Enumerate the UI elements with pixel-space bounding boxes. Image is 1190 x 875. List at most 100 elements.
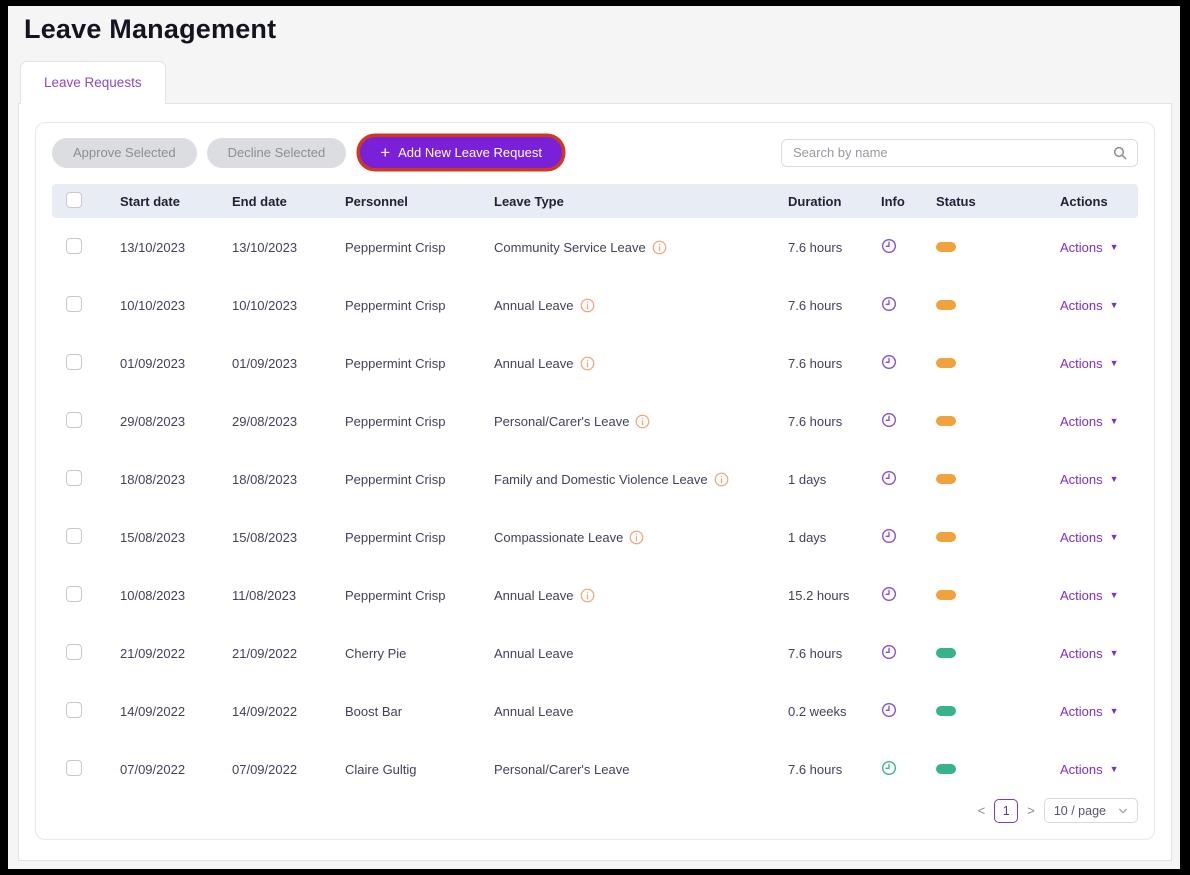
chevron-down-icon: ▼: [1110, 359, 1119, 368]
table-row: 10/08/2023 11/08/2023 Peppermint Crisp A…: [52, 566, 1138, 624]
end-date-cell: 18/08/2023: [232, 472, 345, 487]
column-header-actions[interactable]: Actions: [1040, 194, 1138, 209]
row-checkbox[interactable]: [66, 412, 82, 428]
table-row: 21/09/2022 21/09/2022 Cherry Pie Annual …: [52, 624, 1138, 682]
row-actions-label: Actions: [1060, 414, 1103, 429]
column-header-status[interactable]: Status: [926, 194, 1040, 209]
column-header-info[interactable]: Info: [871, 194, 926, 209]
search-icon[interactable]: [1112, 145, 1128, 161]
column-header-leave-type[interactable]: Leave Type: [494, 194, 786, 209]
row-actions-dropdown[interactable]: Actions ▼: [1060, 472, 1119, 487]
clock-icon[interactable]: [881, 296, 897, 312]
add-button-label: Add New Leave Request: [398, 145, 542, 160]
pagination-next-button[interactable]: >: [1027, 803, 1035, 818]
duration-cell: 0.2 weeks: [786, 704, 871, 719]
row-actions-dropdown[interactable]: Actions ▼: [1060, 240, 1119, 255]
status-badge: [936, 648, 956, 658]
chevron-down-icon: [1118, 806, 1128, 816]
pagination-page-1[interactable]: 1: [994, 799, 1018, 823]
clock-icon[interactable]: [881, 702, 897, 718]
clock-icon[interactable]: [881, 354, 897, 370]
search-input[interactable]: [791, 144, 1112, 161]
info-circle-icon[interactable]: [580, 588, 595, 603]
clock-icon[interactable]: [881, 528, 897, 544]
chevron-down-icon: ▼: [1110, 707, 1119, 716]
leave-type-label: Compassionate Leave: [494, 530, 623, 545]
clock-icon[interactable]: [881, 644, 897, 660]
row-checkbox[interactable]: [66, 702, 82, 718]
column-header-duration[interactable]: Duration: [786, 194, 871, 209]
approve-selected-button[interactable]: Approve Selected: [52, 138, 197, 168]
info-circle-icon[interactable]: [629, 530, 644, 545]
personnel-cell: Peppermint Crisp: [345, 298, 494, 313]
status-badge: [936, 242, 956, 252]
add-new-leave-request-button[interactable]: + Add New Leave Request: [360, 137, 562, 168]
clock-icon[interactable]: [881, 412, 897, 428]
tab-leave-requests[interactable]: Leave Requests: [20, 61, 166, 104]
start-date-cell: 01/09/2023: [120, 356, 232, 371]
row-actions-dropdown[interactable]: Actions ▼: [1060, 762, 1119, 777]
leave-type-cell: Annual Leave: [494, 588, 786, 603]
row-checkbox[interactable]: [66, 296, 82, 312]
info-circle-icon[interactable]: [635, 414, 650, 429]
row-checkbox[interactable]: [66, 760, 82, 776]
chevron-down-icon: ▼: [1110, 243, 1119, 252]
info-circle-icon[interactable]: [652, 240, 667, 255]
tab-label: Leave Requests: [44, 75, 142, 90]
row-checkbox[interactable]: [66, 354, 82, 370]
table-body: 13/10/2023 13/10/2023 Peppermint Crisp C…: [52, 218, 1138, 798]
page-size-select[interactable]: 10 / page: [1044, 798, 1138, 823]
info-circle-icon[interactable]: [714, 472, 729, 487]
row-actions-label: Actions: [1060, 530, 1103, 545]
row-actions-dropdown[interactable]: Actions ▼: [1060, 356, 1119, 371]
leave-type-cell: Personal/Carer's Leave: [494, 414, 786, 429]
column-header-start-date[interactable]: Start date: [120, 194, 232, 209]
info-circle-icon[interactable]: [580, 298, 595, 313]
status-badge: [936, 358, 956, 368]
leave-type-label: Annual Leave: [494, 298, 574, 313]
table-row: 29/08/2023 29/08/2023 Peppermint Crisp P…: [52, 392, 1138, 450]
row-actions-dropdown[interactable]: Actions ▼: [1060, 298, 1119, 313]
clock-icon[interactable]: [881, 238, 897, 254]
row-actions-dropdown[interactable]: Actions ▼: [1060, 646, 1119, 661]
chevron-down-icon: ▼: [1110, 417, 1119, 426]
column-header-end-date[interactable]: End date: [232, 194, 345, 209]
leave-type-cell: Annual Leave: [494, 704, 786, 719]
pagination-prev-button[interactable]: <: [978, 803, 986, 818]
row-actions-dropdown[interactable]: Actions ▼: [1060, 588, 1119, 603]
end-date-cell: 29/08/2023: [232, 414, 345, 429]
decline-selected-button[interactable]: Decline Selected: [207, 138, 347, 168]
start-date-cell: 29/08/2023: [120, 414, 232, 429]
leave-type-cell: Personal/Carer's Leave: [494, 762, 786, 777]
end-date-cell: 11/08/2023: [232, 588, 345, 603]
duration-cell: 7.6 hours: [786, 240, 871, 255]
leave-type-cell: Family and Domestic Violence Leave: [494, 472, 786, 487]
duration-cell: 15.2 hours: [786, 588, 871, 603]
row-checkbox[interactable]: [66, 528, 82, 544]
info-circle-icon[interactable]: [580, 356, 595, 371]
row-actions-dropdown[interactable]: Actions ▼: [1060, 414, 1119, 429]
row-checkbox[interactable]: [66, 470, 82, 486]
start-date-cell: 07/09/2022: [120, 762, 232, 777]
row-actions-dropdown[interactable]: Actions ▼: [1060, 704, 1119, 719]
tab-bar: Leave Requests: [20, 61, 166, 104]
row-checkbox[interactable]: [66, 238, 82, 254]
personnel-cell: Boost Bar: [345, 704, 494, 719]
row-checkbox[interactable]: [66, 644, 82, 660]
duration-cell: 7.6 hours: [786, 646, 871, 661]
row-actions-dropdown[interactable]: Actions ▼: [1060, 530, 1119, 545]
select-all-checkbox[interactable]: [66, 192, 82, 208]
row-actions-label: Actions: [1060, 472, 1103, 487]
personnel-cell: Peppermint Crisp: [345, 588, 494, 603]
leave-type-label: Annual Leave: [494, 356, 574, 371]
start-date-cell: 15/08/2023: [120, 530, 232, 545]
clock-icon[interactable]: [881, 470, 897, 486]
leave-requests-card: Approve Selected Decline Selected + Add …: [35, 122, 1155, 840]
pagination: < 1 > 10 / page: [36, 798, 1154, 839]
column-header-personnel[interactable]: Personnel: [345, 194, 494, 209]
personnel-cell: Cherry Pie: [345, 646, 494, 661]
row-checkbox[interactable]: [66, 586, 82, 602]
clock-icon[interactable]: [881, 760, 897, 776]
clock-icon[interactable]: [881, 586, 897, 602]
leave-type-label: Personal/Carer's Leave: [494, 414, 629, 429]
